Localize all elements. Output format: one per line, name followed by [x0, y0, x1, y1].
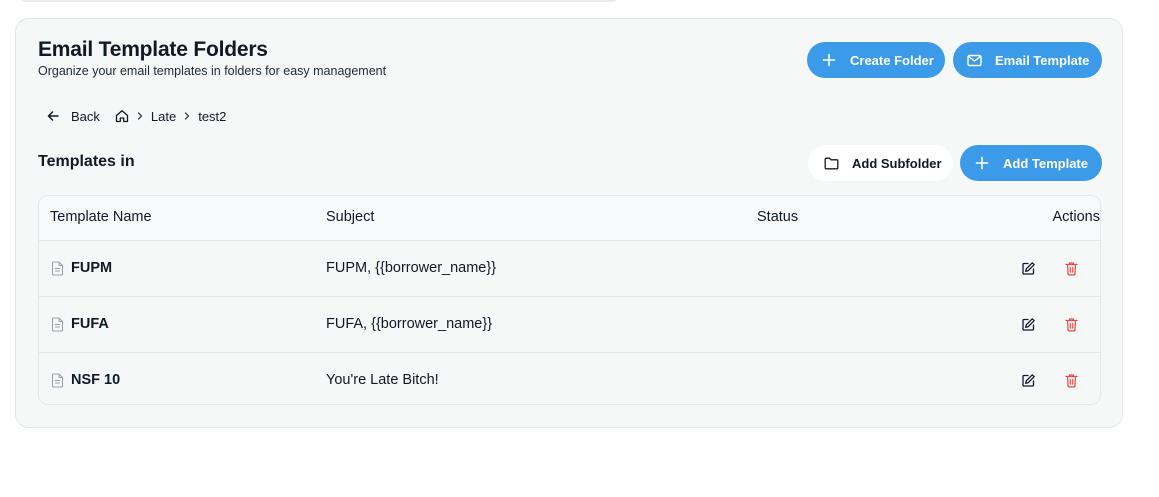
template-subject: FUPM, {{borrower_name}} — [326, 260, 497, 276]
file-text-icon — [51, 317, 64, 332]
table-row: FUFA FUFA, {{borrower_name}} — [39, 297, 1100, 353]
file-text-icon — [51, 373, 64, 388]
add-template-button[interactable]: Add Template — [960, 145, 1102, 181]
trash-icon[interactable] — [1064, 261, 1079, 276]
create-folder-button[interactable]: Create Folder — [807, 42, 945, 78]
page-subtitle: Organize your email templates in folders… — [38, 64, 387, 78]
edit-icon[interactable] — [1021, 373, 1036, 388]
section-title: Templates in — [38, 153, 135, 170]
template-name: FUFA — [71, 316, 109, 332]
table-header: Template Name Subject Status Actions — [39, 196, 1100, 241]
breadcrumb-item-test2[interactable]: test2 — [198, 109, 226, 124]
column-header-actions: Actions — [1052, 209, 1100, 225]
home-icon[interactable] — [115, 109, 129, 123]
column-header-subject: Subject — [326, 209, 375, 225]
breadcrumb: Back Late test2 — [46, 107, 226, 125]
template-subject: You're Late Bitch! — [326, 372, 439, 388]
edit-icon[interactable] — [1021, 261, 1036, 276]
template-subject: FUFA, {{borrower_name}} — [326, 316, 493, 332]
file-text-icon — [51, 261, 64, 276]
mail-icon — [966, 52, 982, 68]
trash-icon[interactable] — [1064, 317, 1079, 332]
column-header-template-name: Template Name — [50, 209, 152, 225]
previous-panel-edge — [19, 0, 619, 2]
arrow-left-icon — [46, 109, 60, 123]
folder-icon — [823, 155, 839, 171]
add-subfolder-button[interactable]: Add Subfolder — [808, 145, 953, 181]
folders-card: Email Template Folders Organize your ema… — [15, 18, 1123, 428]
template-name: FUPM — [71, 260, 113, 276]
back-label: Back — [71, 108, 100, 124]
table-row: NSF 10 You're Late Bitch! — [39, 353, 1100, 404]
email-template-button[interactable]: Email Template — [953, 42, 1102, 78]
page-title: Email Template Folders — [38, 38, 268, 61]
create-folder-label: Create Folder — [850, 52, 934, 68]
template-name: NSF 10 — [71, 372, 121, 388]
plus-icon — [821, 52, 837, 68]
templates-table: Template Name Subject Status Actions FUP… — [38, 195, 1101, 405]
column-header-status: Status — [757, 209, 799, 225]
table-row: FUPM FUPM, {{borrower_name}} — [39, 241, 1100, 297]
back-button[interactable]: Back — [46, 109, 100, 124]
add-subfolder-label: Add Subfolder — [852, 155, 942, 171]
plus-icon — [974, 155, 990, 171]
trash-icon[interactable] — [1064, 373, 1079, 388]
edit-icon[interactable] — [1021, 317, 1036, 332]
email-template-label: Email Template — [995, 52, 1090, 68]
chevron-right-icon — [182, 111, 192, 121]
chevron-right-icon — [135, 111, 145, 121]
breadcrumb-item-late[interactable]: Late — [151, 109, 176, 124]
add-template-label: Add Template — [1003, 155, 1088, 171]
